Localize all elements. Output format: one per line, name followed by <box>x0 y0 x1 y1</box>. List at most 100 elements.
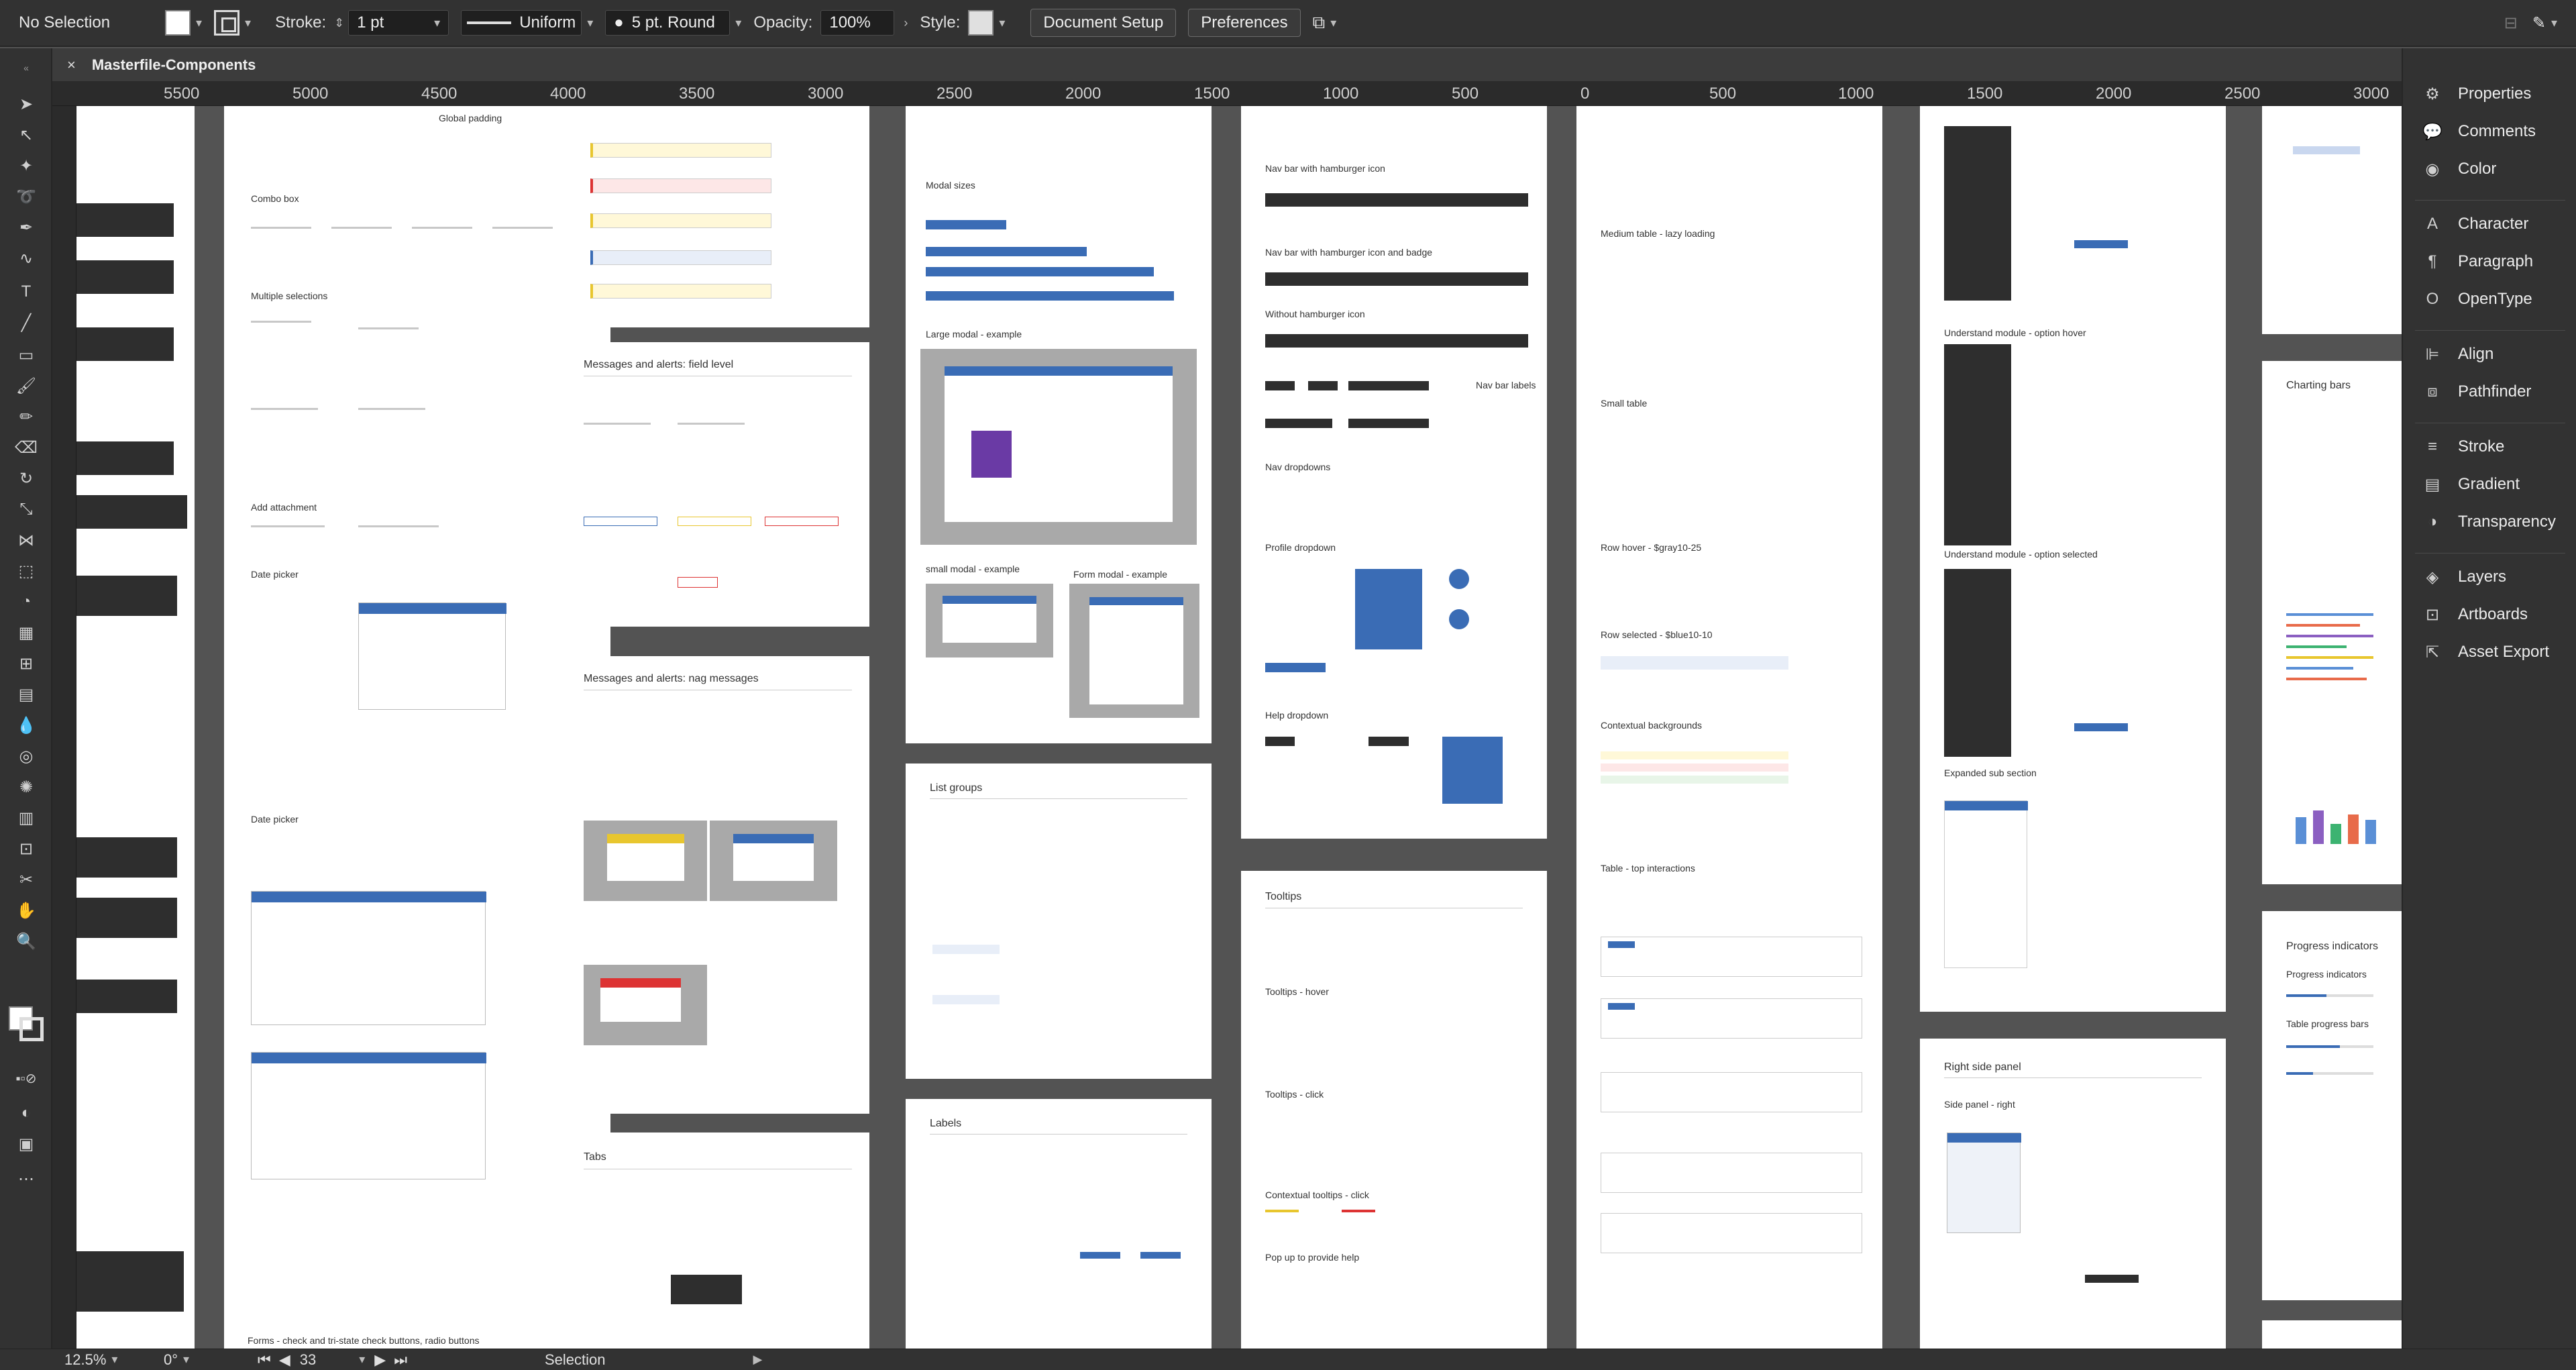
chevron-down-icon[interactable]: ▾ <box>587 16 593 30</box>
artboard-navigation[interactable]: ⏮ ◀ 33 ▾ ▶ ⏭ <box>258 1351 407 1369</box>
panel-stroke[interactable]: ≡ Stroke <box>2422 436 2504 458</box>
free-transform-tool-icon[interactable]: ⬚ <box>15 560 38 582</box>
stroke-weight-field[interactable]: 1 pt ▾ <box>348 10 449 36</box>
panel-properties[interactable]: ⚙ Properties <box>2422 83 2531 105</box>
artboard-charting-bars[interactable]: Charting bars <box>2262 361 2402 884</box>
panel-opentype[interactable]: O OpenType <box>2422 288 2532 310</box>
chevron-right-icon[interactable]: › <box>904 16 908 30</box>
color-mode-icon[interactable]: ▪▫⊘ <box>15 1067 38 1090</box>
close-icon[interactable]: × <box>67 56 76 74</box>
artboard-navigation[interactable]: Nav bar with hamburger icon Nav bar with… <box>1241 106 1547 839</box>
mesh-tool-icon[interactable]: ⊞ <box>15 652 38 675</box>
artboard-form-components[interactable]: Combo box Multiple selections Add attach… <box>224 106 610 1349</box>
lasso-tool-icon[interactable]: ➰ <box>15 185 38 208</box>
gradient-tool-icon[interactable]: ▤ <box>15 683 38 706</box>
zoom-control[interactable]: 12.5% ▾ <box>64 1351 117 1369</box>
type-tool-icon[interactable]: T <box>15 280 38 303</box>
panel-transparency[interactable]: ◑ Transparency <box>2422 511 2556 533</box>
symbol-sprayer-tool-icon[interactable]: ✺ <box>15 776 38 798</box>
line-tool-icon[interactable]: ╱ <box>15 311 38 334</box>
chevron-down-icon[interactable]: ▾ <box>999 16 1005 30</box>
fill-swatch[interactable] <box>165 10 191 36</box>
artboard-tooltips[interactable]: Tooltips Tooltips - hover Tooltips - cli… <box>1241 871 1547 1349</box>
artboard-global-styles[interactable] <box>2262 106 2402 334</box>
variable-width-profile[interactable]: Uniform <box>461 10 582 36</box>
artboard-modals[interactable]: Modal sizes Large modal - example small … <box>906 106 1212 743</box>
workspace-switcher[interactable]: ⊟ ✎ ▾ <box>2504 13 2557 33</box>
grid-icon[interactable]: ⊟ <box>2504 13 2518 33</box>
document-tab[interactable]: × Masterfile-Components <box>52 48 2402 82</box>
status-mode[interactable]: Selection ▶ <box>545 1351 762 1369</box>
fill-stroke-icon[interactable] <box>6 998 46 1045</box>
artboard-tabs[interactable]: Tabs <box>564 1132 869 1349</box>
artboard-jumbotrons[interactable] <box>2262 1320 2402 1349</box>
preferences-button[interactable]: Preferences <box>1188 9 1301 37</box>
panel-asset-export[interactable]: ⇱ Asset Export <box>2422 641 2549 663</box>
panel-paragraph[interactable]: ¶ Paragraph <box>2422 251 2534 272</box>
calendar-widget[interactable] <box>251 891 486 1025</box>
selection-tool-icon[interactable]: ➤ <box>15 93 38 115</box>
stroke-color-control[interactable]: ▾ <box>214 10 251 36</box>
direct-selection-tool-icon[interactable]: ↖ <box>15 123 38 146</box>
panel-pathfinder[interactable]: ⧈ Pathfinder <box>2422 381 2531 403</box>
artboard-messages-field[interactable]: Messages and alerts: field level <box>564 342 869 627</box>
collapse-panel-icon[interactable]: « <box>15 56 38 79</box>
artboard-forms[interactable]: Forms - check and tri-state check button… <box>227 1320 536 1349</box>
hand-tool-icon[interactable]: ✋ <box>15 899 38 922</box>
first-artboard-icon[interactable]: ⏮ <box>258 1351 271 1369</box>
eraser-tool-icon[interactable]: ⌫ <box>15 436 38 459</box>
screen-mode-icon[interactable]: ▣ <box>15 1132 38 1155</box>
chevron-down-icon[interactable]: ▾ <box>196 16 202 30</box>
chevron-down-icon[interactable]: ▾ <box>245 16 251 30</box>
style-swatch[interactable] <box>968 10 994 36</box>
slice-tool-icon[interactable]: ✂ <box>15 868 38 891</box>
brush-definition[interactable]: ● 5 pt. Round <box>605 10 731 36</box>
arrange-documents-icon[interactable]: ⧉ ▾ <box>1313 12 1337 34</box>
scale-tool-icon[interactable]: ⤡ <box>15 498 38 521</box>
rotate-tool-icon[interactable]: ↻ <box>15 467 38 490</box>
perspective-grid-tool-icon[interactable]: ▦ <box>15 621 38 644</box>
fill-control[interactable]: ▾ <box>165 10 202 36</box>
zoom-tool-icon[interactable]: 🔍 <box>15 930 38 953</box>
rectangle-tool-icon[interactable]: ▭ <box>15 344 38 366</box>
canvas[interactable]: Combo box Multiple selections Add attach… <box>76 106 2402 1349</box>
panel-artboards[interactable]: ⊡ Artboards <box>2422 604 2528 625</box>
artboard-notifications[interactable] <box>76 106 195 1349</box>
stroke-swatch[interactable] <box>214 10 240 36</box>
panel-gradient[interactable]: ▤ Gradient <box>2422 474 2520 495</box>
artboard-progress-indicators[interactable]: Progress indicators Progress indicators … <box>2262 911 2402 1300</box>
magic-wand-tool-icon[interactable]: ✦ <box>15 154 38 177</box>
rotation-control[interactable]: 0° ▾ <box>164 1351 189 1369</box>
last-artboard-icon[interactable]: ⏭ <box>394 1351 407 1369</box>
panel-comments[interactable]: 💬 Comments <box>2422 121 2536 142</box>
curvature-tool-icon[interactable]: ∿ <box>15 247 38 270</box>
artboard-labels[interactable]: Labels <box>906 1099 1212 1349</box>
panel-character[interactable]: A Character <box>2422 213 2528 235</box>
artboard-tool-icon[interactable]: ⊡ <box>15 837 38 860</box>
next-artboard-icon[interactable]: ▶ <box>374 1351 386 1369</box>
panel-color[interactable]: ◉ Color <box>2422 158 2497 180</box>
width-tool-icon[interactable]: ⋈ <box>15 529 38 551</box>
pen-icon[interactable]: ✎ <box>2532 13 2546 33</box>
artboard-tables[interactable]: Medium table - lazy loading Small table … <box>1576 106 1882 1349</box>
column-graph-tool-icon[interactable]: ▥ <box>15 806 38 829</box>
eyedropper-tool-icon[interactable]: 💧 <box>15 714 38 737</box>
artboard-understand-module[interactable]: Understand module - option hover Underst… <box>1920 106 2226 1012</box>
artboard-messages-nag[interactable]: Messages and alerts: nag messages <box>564 656 869 1114</box>
chevron-down-icon[interactable]: ▾ <box>735 16 741 30</box>
pen-tool-icon[interactable]: ✒ <box>15 216 38 239</box>
paintbrush-tool-icon[interactable]: 🖌 <box>15 374 38 397</box>
opacity-field[interactable]: 100% <box>820 10 895 36</box>
calendar-widget[interactable] <box>358 602 506 710</box>
artboard-alerts[interactable] <box>564 106 869 327</box>
document-setup-button[interactable]: Document Setup <box>1030 9 1177 37</box>
panel-align[interactable]: ⊫ Align <box>2422 344 2494 365</box>
draw-mode-icon[interactable]: ◐ <box>15 1102 38 1124</box>
edit-toolbar-icon[interactable]: ⋯ <box>15 1167 38 1190</box>
chevron-down-icon[interactable]: ▾ <box>434 16 440 30</box>
calendar-widget[interactable] <box>251 1052 486 1179</box>
blend-tool-icon[interactable]: ◎ <box>15 745 38 768</box>
pencil-tool-icon[interactable]: ✏ <box>15 405 38 428</box>
artboard-right-side-panel[interactable]: Right side panel Side panel - right <box>1920 1039 2226 1349</box>
artboard-list-groups[interactable]: List groups <box>906 763 1212 1079</box>
